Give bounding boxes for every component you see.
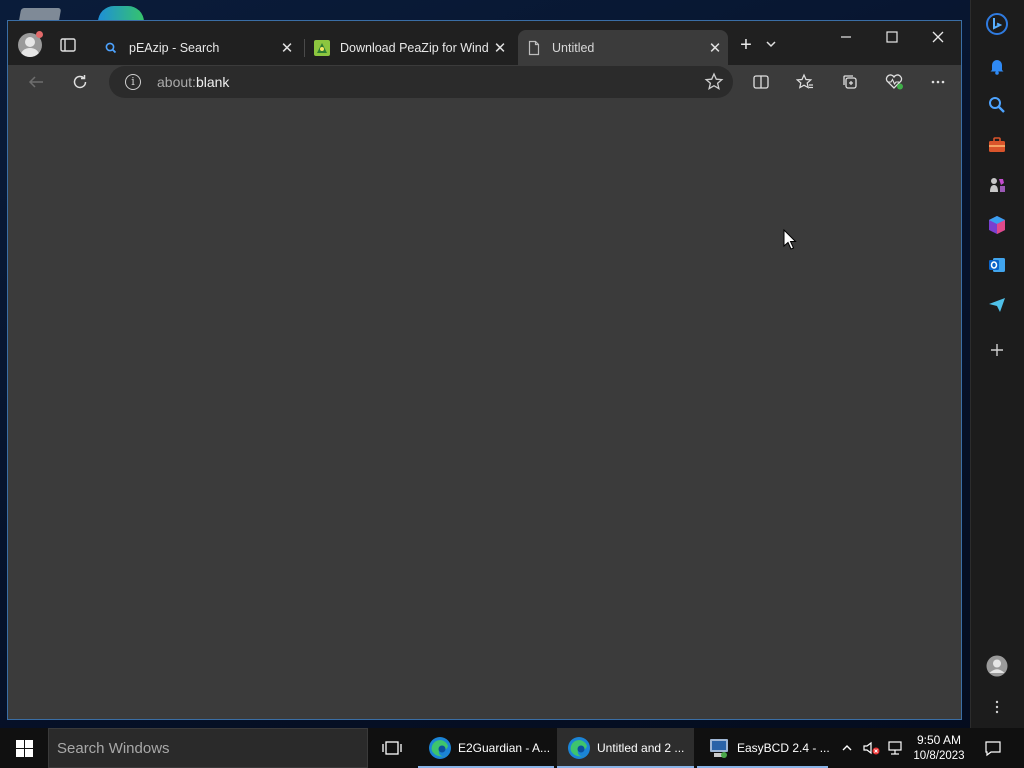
- taskbar-app-e2guardian[interactable]: E2Guardian - A...: [418, 728, 554, 768]
- send-icon[interactable]: [986, 294, 1008, 316]
- outlook-icon[interactable]: [986, 254, 1008, 276]
- system-clock[interactable]: 9:50 AM 10/8/2023: [906, 732, 972, 764]
- tab-search[interactable]: pEAzip - Search ✕: [95, 30, 300, 65]
- tab-title: pEAzip - Search: [129, 40, 220, 55]
- clock-date: 10/8/2023: [913, 750, 965, 762]
- bing-icon[interactable]: [986, 13, 1008, 35]
- more-icon[interactable]: [986, 696, 1008, 718]
- site-info-icon[interactable]: i: [125, 74, 141, 90]
- toolbox-icon[interactable]: [986, 134, 1008, 156]
- page-icon: [526, 40, 542, 56]
- settings-more-icon[interactable]: [924, 69, 952, 95]
- add-icon[interactable]: [986, 339, 1008, 361]
- office-icon[interactable]: [986, 214, 1008, 236]
- navigation-toolbar: i about:blank: [8, 65, 961, 99]
- address-url[interactable]: about:blank: [157, 74, 229, 90]
- games-icon[interactable]: [986, 174, 1008, 196]
- taskbar-search-input[interactable]: Search Windows: [48, 728, 368, 768]
- tab-divider: [304, 39, 305, 57]
- chevron-down-icon[interactable]: [764, 37, 778, 51]
- back-button[interactable]: [22, 69, 50, 95]
- taskbar-app-easybcd[interactable]: EasyBCD 2.4 - ...: [697, 728, 830, 768]
- maximize-button[interactable]: [869, 21, 915, 53]
- volume-muted-icon[interactable]: [860, 728, 882, 768]
- profile-icon[interactable]: [986, 655, 1008, 677]
- search-placeholder: Search Windows: [57, 740, 170, 757]
- address-bar[interactable]: i about:blank: [109, 66, 733, 98]
- peazip-icon: [314, 39, 330, 56]
- browser-essentials-icon[interactable]: [880, 69, 908, 95]
- tab-download-peazip[interactable]: Download PeaZip for Windows ✕: [306, 30, 513, 65]
- favorites-icon[interactable]: [791, 69, 819, 95]
- taskbar-app-label: E2Guardian - A...: [458, 741, 551, 755]
- tab-actions-icon[interactable]: [58, 35, 78, 55]
- taskbar-app-label: Untitled and 2 ...: [597, 741, 685, 755]
- browser-window: pEAzip - Search ✕ Download PeaZip for Wi…: [7, 20, 962, 720]
- edge-sidebar: [970, 0, 1024, 728]
- tab-title: Untitled: [552, 40, 595, 55]
- close-tab-button[interactable]: ✕: [489, 37, 511, 59]
- mouse-cursor-icon: [783, 228, 797, 251]
- network-icon[interactable]: [884, 728, 906, 768]
- close-tab-button[interactable]: ✕: [704, 37, 726, 59]
- notifications-icon[interactable]: [980, 728, 1006, 768]
- split-screen-icon[interactable]: [747, 69, 775, 95]
- edge-icon: [567, 736, 591, 760]
- new-tab-button[interactable]: +: [736, 35, 756, 56]
- clock-time: 9:50 AM: [916, 733, 962, 747]
- taskbar-app-untitled[interactable]: Untitled and 2 ...: [557, 728, 694, 768]
- tab-untitled[interactable]: Untitled ✕: [518, 30, 728, 65]
- search-icon: [103, 40, 119, 56]
- edge-icon: [428, 736, 452, 760]
- taskbar-app-label: EasyBCD 2.4 - ...: [737, 741, 830, 755]
- taskbar: Search Windows E2Guardian - A... Untitle…: [0, 728, 1024, 768]
- search-icon[interactable]: [986, 94, 1008, 116]
- tab-title: Download PeaZip for Windows: [340, 40, 489, 55]
- page-content-blank[interactable]: [8, 99, 961, 719]
- tab-strip: pEAzip - Search ✕ Download PeaZip for Wi…: [8, 21, 961, 65]
- task-view-icon[interactable]: [374, 728, 410, 768]
- refresh-button[interactable]: [66, 69, 94, 95]
- bell-icon[interactable]: [986, 55, 1008, 77]
- minimize-button[interactable]: [823, 21, 869, 53]
- chevron-up-icon[interactable]: [836, 728, 858, 768]
- easybcd-icon: [707, 736, 731, 760]
- start-button[interactable]: [0, 728, 48, 768]
- close-tab-button[interactable]: ✕: [276, 37, 298, 59]
- close-window-button[interactable]: [915, 21, 961, 53]
- favorite-star-icon[interactable]: [703, 71, 725, 93]
- profile-notification-dot: [36, 31, 43, 38]
- collections-icon[interactable]: [836, 69, 864, 95]
